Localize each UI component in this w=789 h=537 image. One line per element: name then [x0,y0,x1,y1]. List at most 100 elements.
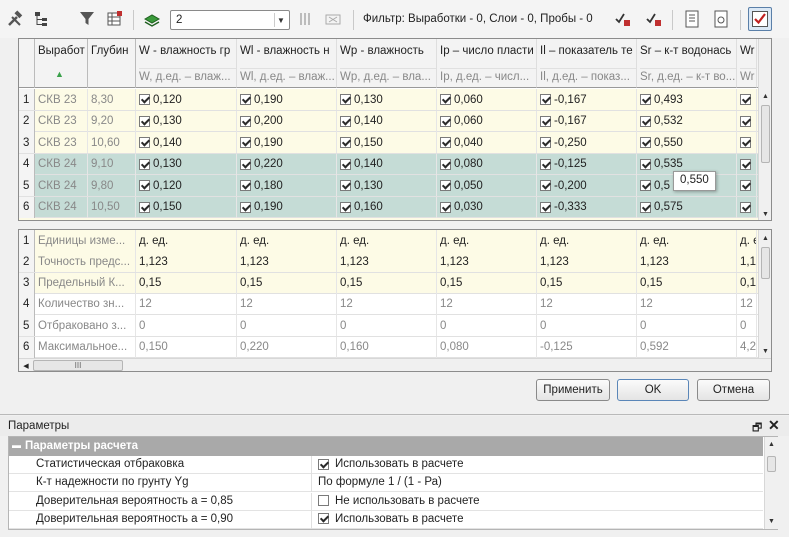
use-value-checkbox[interactable] [740,201,751,213]
use-value-checkbox[interactable] [139,137,150,148]
value-cell[interactable]: 0,575 [637,196,737,218]
params-vscroll[interactable]: ▲ ▼ [764,437,778,529]
col-header[interactable]: W - влажность гр W, д.ед. – влаж... [136,39,237,88]
table-row[interactable]: 5 Отбраковано з... 0 0 0 0 0 0 0 [19,315,758,337]
value-cell[interactable]: 0,190 [237,89,337,110]
check-add-icon[interactable] [612,8,634,30]
value-cell[interactable]: -0,200 [537,175,637,196]
export-icon[interactable] [710,8,732,30]
use-value-checkbox[interactable] [240,158,251,170]
value-cell[interactable]: 0,220 [237,153,337,175]
value-cell[interactable]: 0,130 [337,175,437,196]
value-cell[interactable]: 0,120 [136,175,237,196]
scroll-down-icon[interactable]: ▼ [765,515,778,527]
table-row[interactable]: 1 СКВ 23 8,30 0,120 0,190 0,130 0,060 -0,167 0,4… [19,89,758,111]
col-header[interactable]: Wr Wr [737,39,757,88]
value-cell[interactable]: 0,140 [337,110,437,132]
value-cell[interactable] [737,132,757,153]
hammer-icon[interactable] [4,8,26,30]
use-value-checkbox[interactable] [240,115,251,127]
value-cell[interactable]: 0,150 [337,132,437,153]
value-cell[interactable]: 0,160 [337,196,437,218]
param-value[interactable]: Использовать в расчете [318,458,463,470]
value-cell[interactable]: -0,125 [537,153,637,175]
table-row[interactable]: 2 Точность предс... 1,123 1,123 1,123 1,123 1,… [19,251,758,273]
use-value-checkbox[interactable] [540,137,551,148]
param-value[interactable]: Не использовать в расчете [318,495,480,507]
table-row[interactable]: 4 СКВ 24 9,10 0,130 0,220 0,140 0,080 -0,125 0,5… [19,153,758,175]
apply-button[interactable]: Применить [536,379,610,401]
use-value-checkbox[interactable] [440,94,451,105]
table-row[interactable]: 1 Единицы изме... д. ед. д. ед. д. ед. д. ед.… [19,230,758,252]
value-cell[interactable]: -0,167 [537,89,637,110]
filter-icon[interactable] [76,8,98,30]
use-value-checkbox[interactable] [540,180,551,191]
use-value-checkbox[interactable] [440,137,451,148]
table-row[interactable]: 3 Предельный К... 0,15 0,15 0,15 0,15 0,15 0,15… [19,272,758,295]
use-value-checkbox[interactable] [640,94,651,105]
value-cell[interactable]: 0,140 [337,153,437,175]
use-value-checkbox[interactable] [440,115,451,127]
param-value[interactable]: Использовать в расчете [318,513,463,525]
table-row[interactable]: 5 СКВ 24 9,80 0,120 0,180 0,130 0,050 -0,200 0,5 [19,175,758,197]
scroll-left-icon[interactable]: ◀ [21,360,31,371]
value-cell[interactable]: 0,130 [337,89,437,110]
col-header[interactable]: Wl - влажность н Wl, д.ед. – влаж... [237,39,337,88]
scroll-up-icon[interactable]: ▲ [759,232,771,244]
use-value-checkbox[interactable] [240,180,251,191]
param-checkbox[interactable] [318,495,329,507]
value-cell[interactable]: 0,030 [437,196,537,218]
use-value-checkbox[interactable] [740,115,751,127]
col-header[interactable]: Sr – к-т водонась Sr, д.ед. – к-т во... [637,39,737,88]
scroll-thumb[interactable] [767,456,776,472]
use-value-checkbox[interactable] [139,115,150,127]
use-value-checkbox[interactable] [740,94,751,105]
ok-button[interactable]: OK [617,379,689,401]
use-value-checkbox[interactable] [340,158,351,170]
col-header[interactable]: Ip – число пласти Ip, д.ед. – числ... [437,39,537,88]
use-value-checkbox[interactable] [740,180,751,191]
param-row[interactable]: К-т надежности по грунту Yg По формуле 1 … [9,474,763,493]
use-value-checkbox[interactable] [640,137,651,148]
col-header[interactable]: Il – показатель те Il, д.ед. – показ... [537,39,637,88]
params-section-header[interactable]: ▬ Параметры расчета [9,437,763,456]
use-value-checkbox[interactable] [139,180,150,191]
columns-icon[interactable] [294,8,316,30]
value-cell[interactable]: 0,532 [637,110,737,132]
value-cell[interactable]: 0,140 [136,132,237,153]
scroll-thumb[interactable] [761,247,770,279]
table-row[interactable]: 2 СКВ 23 9,20 0,130 0,200 0,140 0,060 -0,167 0,5… [19,110,758,132]
value-cell[interactable]: 0,150 [136,196,237,218]
stats-hscroll[interactable]: ◀ III [19,358,771,371]
use-value-checkbox[interactable] [340,201,351,213]
value-cell[interactable]: 0,130 [136,153,237,175]
close-icon[interactable]: ✕ [768,417,780,434]
sort-ascending-icon[interactable]: ▲ [55,69,64,79]
use-value-checkbox[interactable] [340,94,351,105]
apply-check-toggle[interactable] [748,7,772,31]
use-value-checkbox[interactable] [139,94,150,105]
value-cell[interactable] [737,196,757,218]
value-cell[interactable]: -0,167 [537,110,637,132]
value-cell[interactable] [737,89,757,110]
use-value-checkbox[interactable] [640,115,651,127]
param-checkbox[interactable] [318,458,329,470]
scroll-down-icon[interactable]: ▼ [759,208,771,220]
value-cell[interactable] [737,153,757,175]
clear-filter-icon[interactable] [322,8,344,30]
samples-vscroll[interactable]: ▲ ▼ [758,39,771,220]
document-icon[interactable] [681,8,703,30]
collapse-icon[interactable]: ▬ [12,440,21,450]
value-cell[interactable]: -0,250 [537,132,637,153]
value-cell[interactable]: 0,190 [237,196,337,218]
value-cell[interactable]: 0,493 [637,89,737,110]
cancel-button[interactable]: Отмена [697,379,770,401]
col-header[interactable]: Wp - влажность Wp, д.ед. – вла... [337,39,437,88]
use-value-checkbox[interactable] [540,94,551,105]
use-value-checkbox[interactable] [640,180,651,191]
value-cell[interactable] [737,110,757,132]
table-row[interactable]: 3 СКВ 23 10,60 0,140 0,190 0,150 0,040 -0,250 0,… [19,132,758,154]
hscroll-thumb[interactable]: III [33,360,123,371]
value-cell[interactable]: 0,050 [437,175,537,196]
col-header-depth[interactable]: Глубин [88,39,136,88]
